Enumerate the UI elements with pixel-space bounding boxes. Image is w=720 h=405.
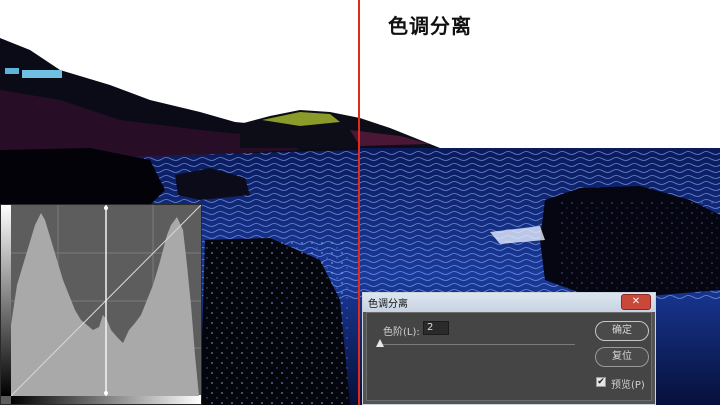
close-icon[interactable]: ✕ bbox=[621, 294, 651, 310]
before-after-divider bbox=[358, 0, 360, 405]
reset-button[interactable]: 复位 bbox=[595, 347, 649, 367]
curve-point bbox=[104, 206, 108, 210]
ok-button[interactable]: 确定 bbox=[595, 321, 649, 341]
dialog-title: 色调分离 bbox=[368, 299, 408, 310]
dialog-titlebar[interactable]: 色调分离 ✕ bbox=[363, 293, 655, 312]
preview-checkbox[interactable]: ✔ bbox=[596, 377, 606, 387]
input-gradient-bar bbox=[11, 395, 201, 404]
preview-label: 预览(P) bbox=[611, 380, 645, 391]
output-gradient-bar bbox=[1, 205, 11, 396]
curve-point bbox=[104, 391, 108, 395]
section-heading: 色调分离 bbox=[388, 14, 472, 38]
curves-histogram-panel bbox=[0, 204, 202, 405]
histogram-shape bbox=[11, 213, 199, 396]
dialog-body: 色阶(L): 2 确定 复位 ✔ 预览(P) bbox=[366, 312, 652, 401]
levels-input[interactable]: 2 bbox=[423, 321, 449, 335]
posterize-dialog: 色调分离 ✕ 色阶(L): 2 确定 复位 ✔ 预览(P) bbox=[362, 292, 656, 405]
levels-slider-thumb[interactable] bbox=[376, 339, 384, 347]
levels-label: 色阶(L): bbox=[383, 327, 420, 338]
curves-graph bbox=[11, 205, 201, 396]
levels-slider-track[interactable] bbox=[379, 344, 575, 345]
